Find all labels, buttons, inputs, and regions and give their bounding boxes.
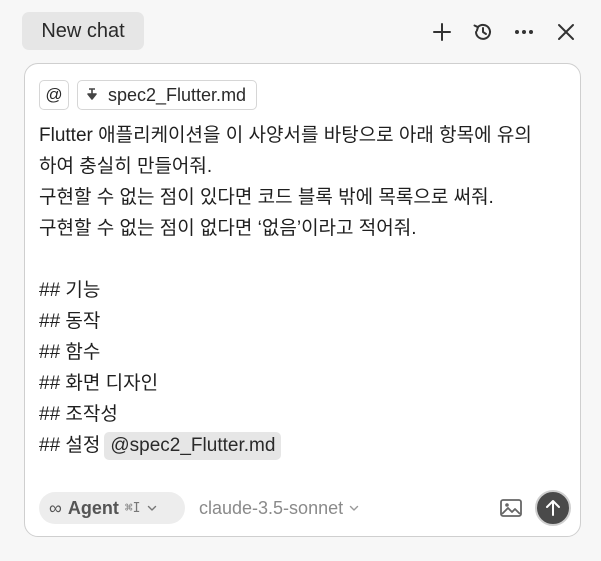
close-icon	[558, 24, 574, 40]
history-button[interactable]	[467, 16, 499, 48]
file-icon	[87, 88, 97, 100]
message-composer[interactable]: @ spec2_Flutter.md Flutter 애플리케이션을 이 사양서…	[24, 63, 581, 537]
mode-shortcut: ⌘I	[124, 500, 141, 516]
message-line: ## 동작	[39, 311, 101, 332]
add-context-button[interactable]: @	[39, 80, 69, 110]
send-button[interactable]	[535, 490, 571, 526]
agent-mode-selector[interactable]: ∞ Agent ⌘I	[39, 492, 185, 524]
chat-panel: New chat @ spec2_Flutter.md Flutter 애플리케…	[0, 0, 601, 561]
message-line: ## 기능	[39, 280, 101, 301]
message-line: 구현할 수 없는 점이 없다면 ‘없음’이라고 적어줘.	[39, 218, 417, 239]
mode-label: Agent	[67, 497, 119, 518]
history-icon	[473, 23, 491, 40]
new-chat-button[interactable]	[426, 16, 458, 48]
message-line-prefix: ## 설정	[39, 435, 101, 456]
more-icon	[515, 30, 533, 34]
attached-file-chip[interactable]: spec2_Flutter.md	[77, 80, 258, 110]
message-line: ## 함수	[39, 342, 101, 363]
message-input[interactable]: Flutter 애플리케이션을 이 사양서를 바탕으로 아래 항목에 유의 하여…	[39, 120, 569, 461]
chat-header: New chat	[0, 0, 601, 62]
plus-icon	[433, 23, 451, 41]
message-line: ## 화면 디자인	[39, 373, 159, 394]
tab-new-chat[interactable]: New chat	[22, 12, 144, 50]
chevron-down-icon	[147, 505, 156, 511]
image-icon	[500, 499, 522, 517]
at-symbol: @	[45, 85, 63, 104]
message-line: ## 조작성	[39, 404, 118, 425]
context-chips: @ spec2_Flutter.md	[39, 80, 258, 110]
arrow-up-icon	[546, 500, 560, 516]
attached-file-name: spec2_Flutter.md	[108, 84, 247, 105]
model-label: claude-3.5-sonnet	[199, 497, 344, 518]
message-line	[39, 244, 569, 275]
attach-image-button[interactable]	[497, 494, 525, 522]
more-options-button[interactable]	[508, 16, 540, 48]
composer-toolbar: ∞ Agent ⌘I claude-3.5-sonnet	[25, 488, 582, 528]
model-selector[interactable]: claude-3.5-sonnet	[199, 492, 359, 524]
message-line-last: ## 설정 @spec2_Flutter.md	[39, 430, 569, 461]
infinity-icon: ∞	[49, 497, 62, 518]
message-line: 구현할 수 없는 점이 있다면 코드 블록 밖에 목록으로 써줘.	[39, 187, 494, 208]
message-line: 하여 충실히 만들어줘.	[39, 156, 213, 177]
message-line: Flutter 애플리케이션을 이 사양서를 바탕으로 아래 항목에 유의	[39, 125, 532, 146]
chevron-down-icon	[349, 505, 359, 511]
close-button[interactable]	[550, 16, 582, 48]
file-mention[interactable]: @spec2_Flutter.md	[104, 432, 282, 460]
